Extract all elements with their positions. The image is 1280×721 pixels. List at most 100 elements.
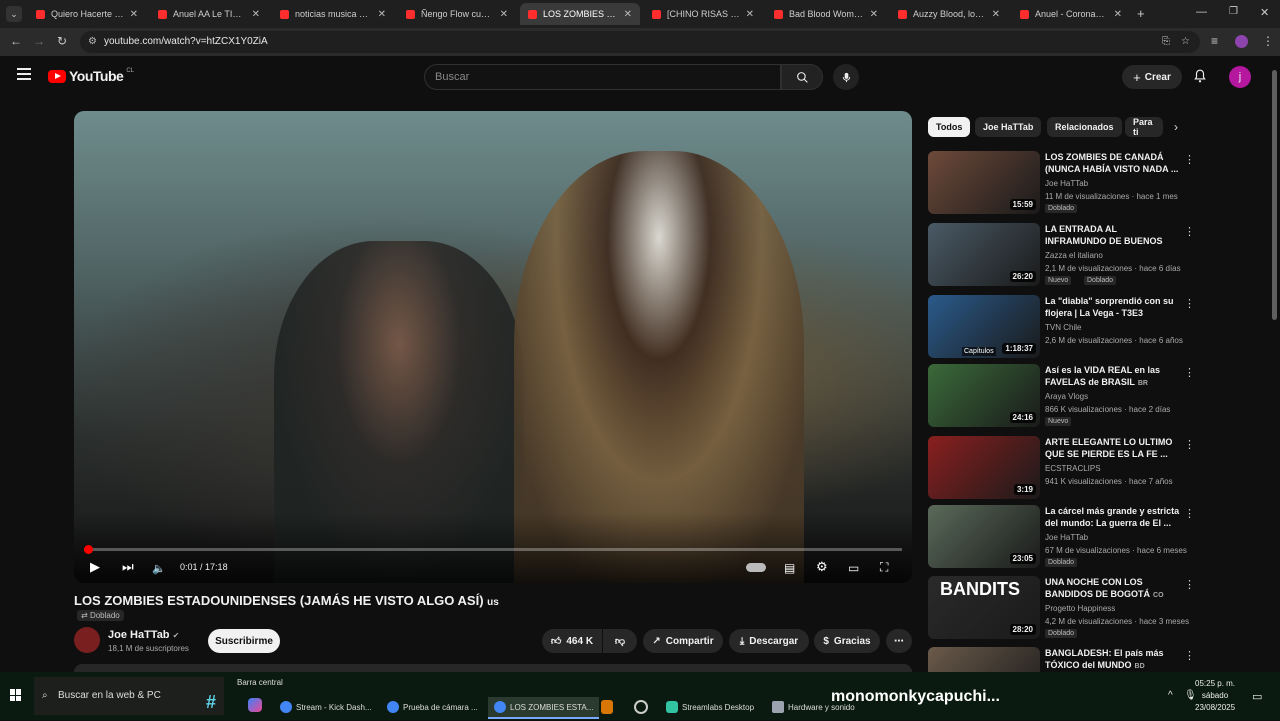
subtitles-icon[interactable]: ▤ (784, 561, 795, 575)
tab-1[interactable]: Anuel AA Le TIRA a B✕ (150, 3, 268, 25)
chip-related[interactable]: Relacionados (1047, 117, 1122, 137)
recommendation-title[interactable]: ARTE ELEGANTE LO ULTIMO QUE SE PIERDE ES… (1045, 436, 1180, 460)
recommendation-item[interactable]: 26:20 LA ENTRADA AL INFRAMUNDO DE BUENOS … (928, 223, 1264, 289)
scrubber-handle[interactable] (84, 545, 93, 554)
address-bar[interactable]: ⚙ youtube.com/watch?v=htZCX1Y0ZiA ⎘ ☆ (80, 31, 1200, 53)
fullscreen-icon[interactable]: ⛶ (880, 560, 888, 575)
scrollbar[interactable] (1272, 70, 1277, 320)
recommendation-item[interactable]: BANDITS 28:20 UNA NOCHE CON LOS BANDIDOS D… (928, 576, 1264, 642)
recommendation-title[interactable]: LA ENTRADA AL INFRAMUNDO DE BUENOS AIRES… (1045, 223, 1180, 248)
recommendation-thumbnail[interactable]: BANDITS 28:20 (928, 576, 1040, 639)
progress-bar[interactable] (84, 545, 902, 554)
more-options-icon[interactable]: ⋮ (1184, 366, 1195, 379)
download-button[interactable]: ⤓ Descargar (729, 629, 809, 653)
browser-menu-icon[interactable]: ⋮ (1262, 34, 1274, 48)
recommendation-item[interactable]: 24:16 Así es la VIDA REAL en las FAVELAS … (928, 364, 1264, 430)
recommendation-title[interactable]: BANGLADESH: El país más TÓXICO del MUNDO… (1045, 647, 1180, 672)
more-options-icon[interactable]: ⋮ (1184, 225, 1195, 238)
close-icon[interactable]: ✕ (624, 9, 632, 20)
tray-chevron-icon[interactable]: ^ (1168, 690, 1173, 701)
chip-for-you[interactable]: Para ti (1125, 117, 1163, 137)
play-icon[interactable]: ▶ (90, 559, 100, 575)
recommendation-title[interactable]: LOS ZOMBIES DE CANADÁ (NUNCA HABÍA VISTO… (1045, 151, 1180, 175)
dislike-button[interactable]: 👎︎ (603, 629, 637, 653)
voice-search-button[interactable] (833, 64, 859, 90)
media-controls-icon[interactable]: ≡ (1211, 34, 1218, 48)
description-box-edge[interactable] (74, 664, 912, 672)
recommendation-thumbnail[interactable]: Capítulos 1:18:37 (928, 295, 1040, 358)
create-button[interactable]: + Crear (1122, 65, 1182, 89)
tab-5[interactable]: [CHINO RISAS DOCU✕ (644, 3, 762, 25)
video-player[interactable]: ▶ ⏭ 🔈 0:01 / 17:18 ▤ ⚙ ▭ ⛶ (74, 111, 912, 583)
recommendation-channel[interactable]: ECSTRACLIPS (1045, 464, 1101, 473)
more-options-icon[interactable]: ⋮ (1184, 153, 1195, 166)
install-icon[interactable]: ⎘ (1162, 31, 1170, 53)
like-button[interactable]: 👍︎ 464 K (542, 629, 602, 653)
new-tab-icon[interactable]: + (1137, 6, 1145, 21)
chevron-right-icon[interactable]: › (1174, 120, 1178, 134)
autoplay-toggle-icon[interactable] (746, 563, 766, 572)
close-icon[interactable]: ✕ (870, 9, 878, 20)
restore-icon[interactable]: ❐ (1229, 6, 1238, 17)
next-icon[interactable]: ⏭ (122, 559, 134, 575)
recommendation-thumbnail[interactable]: 23:05 (928, 505, 1040, 568)
tab-7[interactable]: Auzzy Blood, lo más✕ (890, 3, 1008, 25)
settings-gear-icon[interactable]: ⚙ (816, 559, 828, 575)
site-info-icon[interactable]: ⚙ (88, 31, 97, 53)
tab-3[interactable]: Ñengo Flow cuenta la✕ (398, 3, 516, 25)
forward-icon[interactable]: → (33, 34, 45, 48)
close-icon[interactable]: ✕ (992, 9, 1000, 20)
close-icon[interactable]: ✕ (252, 9, 260, 20)
windows-start-icon[interactable] (10, 689, 22, 701)
more-options-icon[interactable]: ⋮ (1184, 507, 1195, 520)
share-button[interactable]: ↗ Compartir (643, 629, 723, 653)
notification-center-icon[interactable]: ▭ (1252, 690, 1262, 703)
chip-all[interactable]: Todos (928, 117, 971, 137)
recommendation-channel[interactable]: Zazza el italiano (1045, 251, 1103, 260)
taskbar-item-0[interactable]: Stream - Kick Dash... (280, 701, 372, 713)
theater-mode-icon[interactable]: ▭ (848, 561, 859, 575)
reload-icon[interactable]: ↻ (57, 34, 67, 48)
profile-avatar-icon[interactable] (1235, 35, 1248, 48)
notifications-bell-icon[interactable] (1193, 68, 1207, 89)
tab-4-active[interactable]: LOS ZOMBIES ESTAD✕ (520, 3, 640, 25)
tab-8[interactable]: Anuel - Coronamos (✕ (1012, 3, 1130, 25)
more-options-icon[interactable]: ⋮ (1184, 578, 1195, 591)
recommendation-thumbnail[interactable]: 15:59 (928, 151, 1040, 214)
channel-avatar[interactable] (74, 627, 100, 653)
tab-2[interactable]: noticias musica urban✕ (272, 3, 394, 25)
recommendation-title[interactable]: Así es la VIDA REAL en las FAVELAS de BR… (1045, 364, 1180, 389)
taskbar-item-2[interactable]: LOS ZOMBIES ESTA... (488, 697, 600, 719)
taskbar-search[interactable]: ⌕ Buscar en la web & PC # (34, 677, 224, 715)
obs-icon[interactable] (634, 700, 648, 714)
tab-0[interactable]: Quiero Hacerte Cosit✕ (28, 3, 146, 25)
recommendation-title[interactable]: UNA NOCHE CON LOS BANDIDOS DE BOGOTÁ CO (1045, 576, 1180, 601)
youtube-logo[interactable]: YouTube CL (48, 68, 134, 84)
copilot-icon[interactable] (248, 698, 262, 712)
recommendation-thumbnail[interactable]: 3:19 (928, 436, 1040, 499)
search-input[interactable]: Buscar (424, 64, 781, 90)
recommendation-item[interactable]: 23:05 La cárcel más grande y estricta del… (928, 505, 1264, 571)
more-options-icon[interactable]: ⋮ (1184, 649, 1195, 662)
volume-icon[interactable]: 🔈 (152, 562, 166, 575)
recommendation-item[interactable]: Capítulos 1:18:37 La "diabla" sorprendió c… (928, 295, 1264, 361)
tab-list-icon[interactable]: ⌄ (6, 6, 22, 22)
recommendation-channel[interactable]: Joe HaTTab (1045, 533, 1088, 542)
recommendation-thumbnail[interactable] (928, 647, 1040, 672)
search-button[interactable] (781, 64, 823, 90)
close-icon[interactable]: ✕ (378, 9, 386, 20)
close-icon[interactable]: ✕ (746, 9, 754, 20)
system-clock[interactable]: 05:25 p. m. sábado 23/08/2025 (1195, 678, 1235, 714)
recommendation-thumbnail[interactable]: 24:16 (928, 364, 1040, 427)
minimize-icon[interactable]: — (1196, 6, 1207, 18)
recommendation-channel[interactable]: Joe HaTTab (1045, 179, 1088, 188)
recommendation-title[interactable]: La cárcel más grande y estricta del mund… (1045, 505, 1180, 529)
recommendation-thumbnail[interactable]: 26:20 (928, 223, 1040, 286)
widget-label[interactable]: Barra central (237, 678, 283, 687)
back-icon[interactable]: ← (10, 34, 22, 48)
thanks-button[interactable]: $ Gracias (814, 629, 880, 653)
taskbar-item-3[interactable]: Streamlabs Desktop (666, 701, 754, 713)
close-icon[interactable]: ✕ (1114, 9, 1122, 20)
taskbar-item-1[interactable]: Prueba de cámara ... (387, 701, 478, 713)
recommendation-title[interactable]: La "diabla" sorprendió con su flojera | … (1045, 295, 1180, 319)
